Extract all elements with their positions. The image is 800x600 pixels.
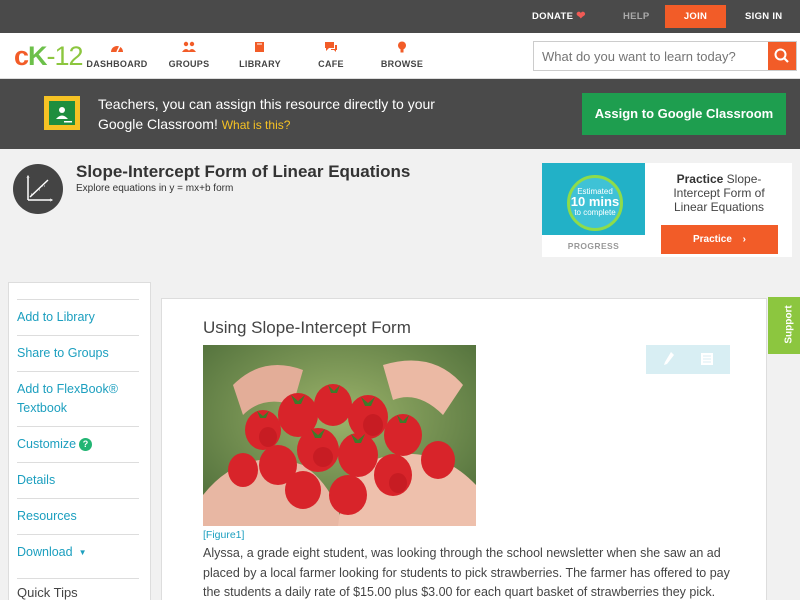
google-classroom-icon <box>44 96 80 130</box>
google-classroom-banner: Teachers, you can assign this resource d… <box>0 79 800 149</box>
top-utility-bar: DONATE ❤ HELP JOIN SIGN IN <box>0 0 800 33</box>
caret-down-icon: ▼ <box>78 548 87 557</box>
main-header: cK-12 DASHBOARD GROUPS LIBRARY CAFE BROW… <box>0 33 800 79</box>
nav-browse[interactable]: BROWSE <box>362 41 442 69</box>
sidebar-customize[interactable]: Customize? <box>17 426 139 454</box>
library-book-icon <box>255 42 264 52</box>
dashboard-gauge-icon <box>111 45 123 53</box>
pencil-icon[interactable] <box>662 351 676 367</box>
nav-groups[interactable]: GROUPS <box>149 41 229 69</box>
help-link[interactable]: HELP <box>623 0 650 33</box>
groups-people-icon <box>182 41 196 52</box>
practice-title: Practice Slope-Intercept Form of Linear … <box>673 172 765 214</box>
search-box <box>533 41 797 71</box>
browse-lightbulb-icon <box>398 41 406 53</box>
practice-button[interactable]: Practice › <box>661 225 778 254</box>
assign-to-google-classroom-button[interactable]: Assign to Google Classroom <box>582 93 786 135</box>
figure-caption[interactable]: [Figure1] <box>203 529 244 541</box>
heart-icon: ❤ <box>576 10 586 22</box>
join-button[interactable]: JOIN <box>665 5 726 28</box>
practice-image: Estimated 10 mins to complete <box>542 163 645 235</box>
concept-title: Slope-Intercept Form of Linear Equations <box>76 162 411 181</box>
concept-graph-icon <box>13 164 63 214</box>
sidebar-details[interactable]: Details <box>17 462 139 490</box>
sidebar-download[interactable]: Download ▼ <box>17 534 139 562</box>
search-button[interactable] <box>768 42 796 70</box>
help-question-icon[interactable]: ? <box>79 438 93 451</box>
nav-cafe[interactable]: CAFE <box>291 41 371 69</box>
search-icon <box>774 48 789 63</box>
sidebar-add-to-library[interactable]: Add to Library <box>17 299 139 327</box>
chevron-right-icon: › <box>742 234 747 245</box>
notes-icon[interactable] <box>700 352 714 366</box>
sidebar-share-to-groups[interactable]: Share to Groups <box>17 335 139 363</box>
concept-subtitle: Explore equations in y = mx+b form <box>76 183 234 194</box>
what-is-this-link[interactable]: What is this? <box>222 118 291 132</box>
nav-library[interactable]: LIBRARY <box>220 41 300 69</box>
nav-dashboard[interactable]: DASHBOARD <box>77 41 157 69</box>
search-input[interactable] <box>534 42 769 70</box>
cafe-chat-icon <box>325 42 337 52</box>
sidebar-add-to-flexbook[interactable]: Add to FlexBook® Textbook <box>17 371 139 418</box>
support-tab[interactable]: Support <box>768 297 800 354</box>
lesson-paragraph: Alyssa, a grade eight student, was looki… <box>203 546 730 599</box>
progress-label: PROGRESS <box>567 241 620 251</box>
estimated-time-badge: Estimated 10 mins to complete <box>567 175 623 231</box>
annotation-tools <box>646 345 730 374</box>
ck12-logo[interactable]: cK-12 <box>14 41 84 72</box>
sign-in-link[interactable]: SIGN IN <box>745 0 782 33</box>
lesson-title: Using Slope-Intercept Form <box>203 318 411 337</box>
left-sidebar: Add to Library Share to Groups Add to Fl… <box>8 282 151 600</box>
strawberries-figure-image <box>203 345 476 526</box>
quick-tips-heading: Quick Tips <box>17 578 139 600</box>
practice-card: Estimated 10 mins to complete PROGRESS P… <box>542 163 792 257</box>
sidebar-resources[interactable]: Resources <box>17 498 139 526</box>
donate-link[interactable]: DONATE ❤ <box>532 0 586 33</box>
banner-text: Teachers, you can assign this resource d… <box>98 96 435 132</box>
lesson-content: Using Slope-Intercept Form [Figure1] Aly… <box>161 298 767 600</box>
